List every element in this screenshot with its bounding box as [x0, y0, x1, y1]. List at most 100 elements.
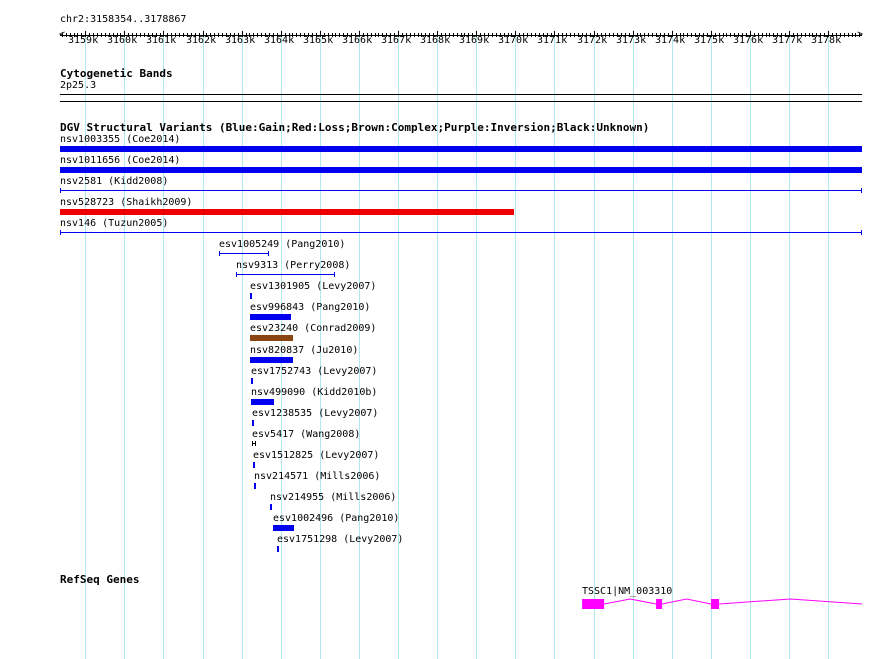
dgv-feature-label[interactable]: nsv1011656 (Coe2014)	[60, 155, 180, 166]
ruler-tick	[852, 33, 853, 37]
dgv-feature-bar[interactable]	[252, 419, 254, 426]
dgv-feature-label[interactable]: nsv214571 (Mills2006)	[254, 471, 380, 482]
dgv-feature-label[interactable]: esv1751298 (Levy2007)	[277, 534, 403, 545]
dgv-feature-line[interactable]	[60, 190, 862, 192]
ruler-tick	[335, 33, 336, 37]
ruler-tick	[844, 33, 845, 37]
dgv-feature[interactable]: nsv146 (Tuzun2005)	[60, 218, 862, 238]
ruler-tick	[457, 33, 458, 37]
dgv-feature[interactable]: nsv214955 (Mills2006)	[270, 492, 470, 512]
ruler-tick-label: 3174k	[655, 35, 686, 46]
ruler-tick	[378, 33, 379, 37]
dgv-feature-end-cap	[861, 188, 862, 194]
dgv-feature-bar[interactable]	[250, 314, 291, 321]
ruler-tick	[691, 33, 692, 37]
dgv-feature-bar[interactable]	[250, 356, 293, 363]
grid-line	[750, 30, 751, 659]
dgv-feature-bar[interactable]	[60, 146, 862, 152]
dgv-feature[interactable]: nsv2581 (Kidd2008)	[60, 176, 862, 196]
dgv-feature-label[interactable]: esv1512825 (Levy2007)	[253, 450, 379, 461]
dgv-feature-label[interactable]: esv5417 (Wang2008)	[252, 429, 360, 440]
dgv-feature[interactable]: esv23240 (Conrad2009)	[250, 323, 450, 343]
dgv-feature-label[interactable]: nsv499090 (Kidd2010b)	[251, 387, 377, 398]
dgv-feature-bar[interactable]	[254, 482, 256, 489]
dgv-feature-bar[interactable]	[253, 461, 255, 468]
dgv-feature[interactable]: esv5417 (Wang2008)	[252, 429, 452, 449]
ruler-tick-label: 3178k	[811, 35, 842, 46]
dgv-feature[interactable]: esv1301905 (Levy2007)	[250, 281, 450, 301]
dgv-feature[interactable]: esv996843 (Pang2010)	[250, 302, 450, 322]
dgv-feature-line[interactable]	[219, 253, 269, 255]
ruler-tick-label: 3163k	[225, 35, 256, 46]
dgv-feature-line[interactable]	[60, 232, 862, 234]
ruler-tick-label: 3175k	[694, 35, 725, 46]
dgv-feature-label[interactable]: esv1238535 (Levy2007)	[252, 408, 378, 419]
dgv-feature[interactable]: nsv1003355 (Coe2014)	[60, 134, 862, 154]
dgv-feature-start-cap	[219, 251, 220, 257]
ruler-tick	[848, 33, 849, 37]
dgv-feature-label[interactable]: esv23240 (Conrad2009)	[250, 323, 376, 334]
ruler-tick-label: 3167k	[381, 35, 412, 46]
grid-line	[828, 30, 829, 659]
ruler-tick	[296, 33, 297, 37]
ruler-tick	[531, 33, 532, 37]
cytoband-label: 2p25.3	[60, 80, 97, 91]
dgv-feature[interactable]: esv1238535 (Levy2007)	[252, 408, 452, 428]
dgv-feature-bar[interactable]	[251, 398, 274, 405]
ruler-tick-label: 3168k	[420, 35, 451, 46]
dgv-feature-bar[interactable]	[273, 524, 294, 531]
ruler-tick-label: 3166k	[342, 35, 373, 46]
ruler-tick	[535, 33, 536, 37]
dgv-feature-label[interactable]: nsv820837 (Ju2010)	[250, 345, 358, 356]
dgv-feature[interactable]: nsv9313 (Perry2008)	[236, 260, 436, 280]
dgv-feature[interactable]: esv1752743 (Levy2007)	[251, 366, 451, 386]
dgv-feature-line[interactable]	[236, 274, 335, 276]
dgv-feature[interactable]: nsv820837 (Ju2010)	[250, 345, 450, 365]
dgv-feature[interactable]: nsv214571 (Mills2006)	[254, 471, 454, 491]
dgv-feature[interactable]: esv1005249 (Pang2010)	[219, 239, 419, 259]
gene-model[interactable]	[0, 592, 890, 622]
dgv-feature-label[interactable]: nsv528723 (Shaikh2009)	[60, 197, 192, 208]
dgv-feature-bar[interactable]	[251, 377, 253, 384]
dgv-feature-label[interactable]: nsv1003355 (Coe2014)	[60, 134, 180, 145]
dgv-feature[interactable]: nsv528723 (Shaikh2009)	[60, 197, 514, 217]
dgv-feature[interactable]: esv1512825 (Levy2007)	[253, 450, 453, 470]
dgv-feature-label[interactable]: esv996843 (Pang2010)	[250, 302, 370, 313]
gene-intron-line	[604, 598, 863, 605]
ruler-tick	[300, 33, 301, 37]
ruler-tick	[140, 33, 141, 37]
dgv-feature-label[interactable]: nsv214955 (Mills2006)	[270, 492, 396, 503]
ruler-tick-label: 3159k	[68, 35, 99, 46]
dgv-feature-label[interactable]: nsv9313 (Perry2008)	[236, 260, 350, 271]
refseq-track-title: RefSeq Genes	[60, 573, 140, 586]
ruler-tick-label: 3161k	[146, 35, 177, 46]
ruler-tick	[652, 33, 653, 37]
dgv-feature[interactable]: nsv1011656 (Coe2014)	[60, 155, 862, 175]
ruler-tick	[339, 33, 340, 37]
dgv-feature-bar[interactable]	[60, 209, 514, 216]
dgv-feature-label[interactable]: esv1752743 (Levy2007)	[251, 366, 377, 377]
dgv-feature[interactable]: esv1751298 (Levy2007)	[277, 534, 477, 554]
dgv-feature-label[interactable]: nsv146 (Tuzun2005)	[60, 218, 168, 229]
ruler-tick-label: 3173k	[616, 35, 647, 46]
ruler-tick-label: 3171k	[537, 35, 568, 46]
ruler-tick	[859, 33, 860, 37]
dgv-feature-start-cap	[60, 188, 61, 194]
dgv-feature-label[interactable]: esv1002496 (Pang2010)	[273, 513, 399, 524]
dgv-feature-bar[interactable]	[60, 167, 862, 174]
dgv-feature-label[interactable]: esv1301905 (Levy2007)	[250, 281, 376, 292]
ruler-right-arrow[interactable]: >	[857, 29, 863, 40]
ruler-tick	[375, 33, 376, 37]
dgv-track-title: DGV Structural Variants (Blue:Gain;Red:L…	[60, 121, 650, 134]
dgv-feature[interactable]: nsv499090 (Kidd2010b)	[251, 387, 451, 407]
cytoband-bar-bottom	[60, 101, 862, 102]
dgv-feature-label[interactable]: nsv2581 (Kidd2008)	[60, 176, 168, 187]
cytoband-bar-top	[60, 94, 862, 95]
grid-line	[711, 30, 712, 659]
dgv-feature-bar[interactable]	[270, 503, 272, 510]
dgv-feature-label[interactable]: esv1005249 (Pang2010)	[219, 239, 345, 250]
dgv-feature-bar[interactable]	[277, 545, 279, 552]
dgv-feature[interactable]: esv1002496 (Pang2010)	[273, 513, 473, 533]
dgv-feature-bar[interactable]	[250, 293, 252, 300]
dgv-feature-bar[interactable]	[250, 335, 293, 342]
